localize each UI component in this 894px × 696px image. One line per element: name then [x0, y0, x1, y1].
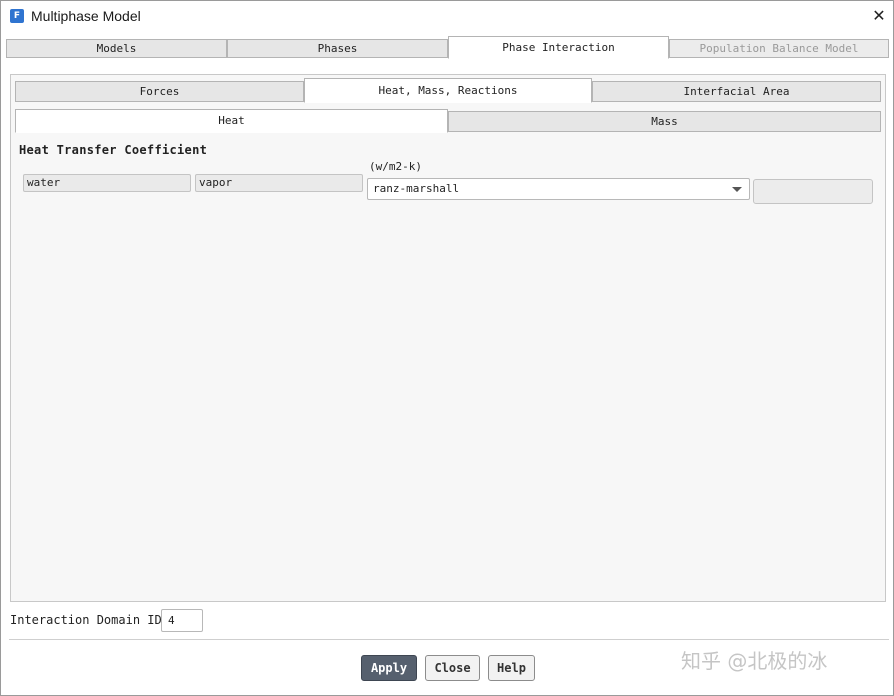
phase-2-field: vapor — [195, 174, 363, 192]
watermark: 知乎 @北极的冰 — [681, 649, 828, 673]
interaction-domain-input[interactable]: 4 — [161, 609, 203, 632]
apply-button[interactable]: Apply — [361, 655, 417, 681]
title-bar: F Multiphase Model ✕ — [1, 1, 893, 32]
heat-transfer-coefficient-dropdown[interactable]: ranz-marshall — [367, 178, 750, 200]
chevron-down-icon — [732, 187, 742, 192]
tab-mass[interactable]: Mass — [448, 111, 881, 132]
close-button[interactable]: Close — [425, 655, 480, 681]
tab-phases[interactable]: Phases — [227, 39, 448, 58]
tab-models[interactable]: Models — [6, 39, 227, 58]
edit-button[interactable] — [753, 179, 873, 204]
app-icon: F — [10, 9, 24, 23]
multiphase-model-dialog: F Multiphase Model ✕ Models Phases Phase… — [0, 0, 894, 696]
window-title: Multiphase Model — [31, 8, 141, 24]
dropdown-value: ranz-marshall — [373, 182, 460, 195]
tab-phase-interaction[interactable]: Phase Interaction — [448, 36, 669, 59]
section-title: Heat Transfer Coefficient — [19, 143, 208, 157]
phase-1-field: water — [23, 174, 191, 192]
tab-population-balance-model: Population Balance Model — [669, 39, 889, 58]
interaction-domain-label: Interaction Domain ID — [10, 613, 162, 627]
tab-interfacial-area[interactable]: Interfacial Area — [592, 81, 881, 102]
unit-label: (w/m2-k) — [369, 160, 422, 173]
tab-heat[interactable]: Heat — [15, 109, 448, 133]
close-icon[interactable]: ✕ — [869, 6, 889, 26]
tab-forces[interactable]: Forces — [15, 81, 304, 102]
help-button[interactable]: Help — [488, 655, 535, 681]
tab-heat-mass-reactions[interactable]: Heat, Mass, Reactions — [304, 78, 592, 103]
divider — [9, 639, 889, 640]
